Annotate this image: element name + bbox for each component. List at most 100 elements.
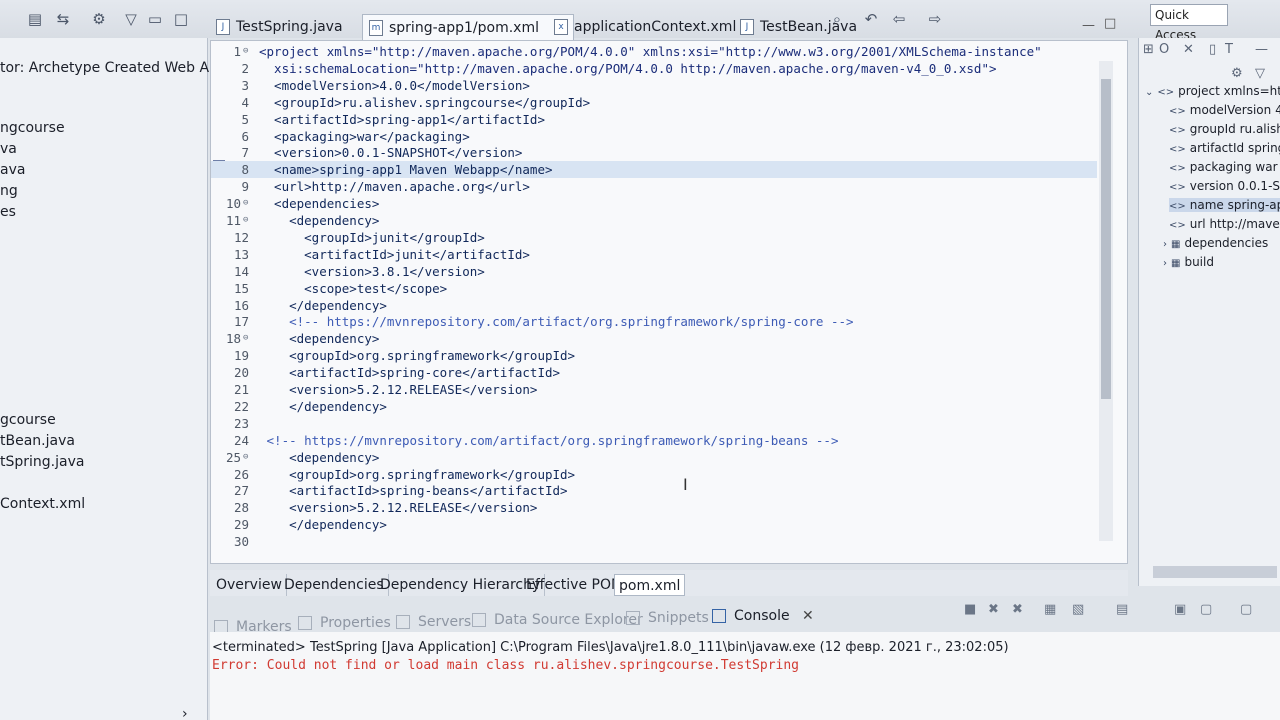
- view-menu-icon[interactable]: ▽: [122, 10, 140, 28]
- console-view[interactable]: <terminated> TestSpring [Java Applicatio…: [210, 632, 1280, 720]
- tree-item[interactable]: tSpring.java: [0, 454, 84, 470]
- outline-item[interactable]: › ▦ build: [1163, 255, 1275, 269]
- outline-item[interactable]: <> name spring-ap: [1169, 198, 1280, 212]
- outline-item[interactable]: <> packaging war: [1169, 160, 1280, 174]
- tab-console[interactable]: Console ✕: [712, 605, 814, 627]
- tab-applicationcontext-xml[interactable]: x applicationContext.xml: [548, 14, 744, 40]
- line-number: 14: [233, 263, 249, 279]
- snippets-icon: [626, 611, 640, 625]
- xml-element-icon: <>: [1157, 87, 1175, 98]
- collapse-all-icon[interactable]: ▤: [26, 10, 44, 28]
- tab-testspring-java[interactable]: J TestSpring.java: [210, 14, 351, 40]
- line-source: <version>5.2.12.RELEASE</version>: [259, 500, 538, 516]
- maximize-icon[interactable]: □: [1104, 16, 1116, 31]
- servers-icon: [396, 615, 410, 629]
- outline-tab-icon[interactable]: O: [1159, 42, 1169, 57]
- minimize-icon[interactable]: —: [1082, 18, 1095, 33]
- vertical-scrollbar[interactable]: [1099, 61, 1113, 541]
- fold-toggle-icon[interactable]: ⊖: [243, 43, 248, 60]
- line-number: 18: [225, 331, 241, 347]
- tab-dependency-hierarchy[interactable]: Dependency Hierarchy: [376, 574, 546, 596]
- minimize-icon[interactable]: —: [1255, 42, 1268, 57]
- line-number: 19: [233, 348, 249, 364]
- tab-snippets[interactable]: Snippets: [626, 607, 709, 629]
- tab-pom-xml[interactable]: m spring-app1/pom.xml ✕: [362, 14, 575, 40]
- xml-editor[interactable]: 1 ⊖ <project xmlns="http://maven.apache.or…: [210, 40, 1128, 564]
- outline-item[interactable]: ⌄ <>project xmlns=http:: [1145, 84, 1280, 98]
- xml-element-icon: <>: [1169, 163, 1186, 174]
- chevron-right-icon[interactable]: ›: [1163, 258, 1167, 269]
- fold-toggle-icon[interactable]: ⊖: [243, 212, 248, 229]
- minimize-icon[interactable]: ▭: [146, 10, 164, 28]
- tree-item[interactable]: Context.xml: [0, 496, 85, 512]
- tree-item[interactable]: es: [0, 204, 16, 220]
- tree-item[interactable]: gcourse: [0, 412, 56, 428]
- tab-testbean-java[interactable]: J TestBean.java: [734, 14, 865, 40]
- outline-toolbar-icon[interactable]: ⚙: [1231, 66, 1243, 81]
- display-console-icon[interactable]: ▢: [1200, 602, 1212, 617]
- word-wrap-icon[interactable]: ▤: [1116, 602, 1128, 617]
- line-source: <version>0.0.1-SNAPSHOT</version>: [259, 145, 523, 161]
- tab-servers[interactable]: Servers: [396, 611, 471, 633]
- pin-console-icon[interactable]: ▣: [1174, 602, 1186, 617]
- close-icon[interactable]: ✕: [1183, 42, 1194, 57]
- chevron-down-icon[interactable]: ⌄: [1145, 87, 1153, 98]
- task-tab-icon[interactable]: T: [1225, 42, 1233, 57]
- new-console-icon[interactable]: ▢: [1240, 602, 1252, 617]
- filter-icon[interactable]: ⚙: [90, 10, 108, 28]
- remove-launch-icon[interactable]: ✖: [988, 602, 999, 617]
- fold-toggle-icon[interactable]: ⊖: [243, 330, 248, 347]
- xml-file-icon: m: [369, 20, 383, 36]
- line-number: 10: [225, 196, 241, 212]
- link-editor-icon[interactable]: ⇆: [54, 10, 72, 28]
- tab-data-source-explorer[interactable]: Data Source Explorer: [472, 609, 643, 631]
- tree-item[interactable]: ngcourse: [0, 120, 65, 136]
- properties-icon: [298, 616, 312, 630]
- line-source: <project xmlns="http://maven.apache.org/…: [259, 44, 1042, 59]
- line-number: 5: [241, 111, 249, 127]
- view-menu-icon[interactable]: ▽: [1255, 66, 1265, 81]
- tab-pom-xml-source[interactable]: pom.xml: [614, 574, 686, 596]
- line-source: <!-- https://mvnrepository.com/artifact/…: [259, 432, 839, 448]
- outline-item[interactable]: <> url http://mave: [1169, 217, 1280, 231]
- element-group-icon: ▦: [1171, 258, 1181, 269]
- line-number: 29: [233, 517, 249, 533]
- chevron-right-icon[interactable]: ›: [1163, 239, 1167, 250]
- maximize-icon[interactable]: □: [172, 10, 190, 28]
- horizontal-scrollbar[interactable]: [1153, 566, 1277, 578]
- tab-effective-pom[interactable]: Effective POM: [522, 574, 629, 596]
- quick-access-field[interactable]: Quick Access: [1150, 4, 1228, 42]
- outline-item[interactable]: <> modelVersion 4.: [1169, 103, 1280, 117]
- line-number: 1: [233, 44, 241, 59]
- close-icon[interactable]: ✕: [802, 608, 814, 624]
- code-line[interactable]: 8 <name>spring-app1 Maven Webapp</name>: [211, 161, 1097, 179]
- outline-item[interactable]: › ▦ dependencies: [1163, 236, 1275, 250]
- task-list-icon[interactable]: ▯: [1209, 42, 1216, 57]
- scrollbar-thumb[interactable]: [1101, 79, 1111, 399]
- line-number: 15: [233, 280, 249, 296]
- fold-toggle-icon[interactable]: ⊖: [243, 449, 248, 466]
- tree-item[interactable]: tor: Archetype Created Web App: [0, 60, 227, 76]
- pom-editor-tabs: Overview Dependencies Dependency Hierarc…: [210, 570, 1128, 596]
- line-source: <name>spring-app1 Maven Webapp</name>: [259, 162, 553, 178]
- tab-dependencies[interactable]: Dependencies: [280, 574, 389, 596]
- outline-item[interactable]: <> version 0.0.1-SN: [1169, 179, 1280, 193]
- tree-item[interactable]: tBean.java: [0, 433, 75, 449]
- xml-element-icon: <>: [1169, 106, 1186, 117]
- tree-item[interactable]: ng: [0, 183, 18, 199]
- tab-overview[interactable]: Overview: [212, 574, 287, 596]
- tab-properties[interactable]: Properties: [298, 612, 391, 634]
- scroll-lock-icon[interactable]: ▧: [1072, 602, 1084, 617]
- remove-all-icon[interactable]: ✖: [1012, 602, 1023, 617]
- outline-item[interactable]: <> artifactId spring: [1169, 141, 1280, 155]
- terminate-icon[interactable]: ■: [964, 602, 976, 617]
- clear-console-icon[interactable]: ▦: [1044, 602, 1056, 617]
- tree-item[interactable]: va: [0, 141, 17, 157]
- xml-element-icon: <>: [1169, 182, 1186, 193]
- outline-item[interactable]: <> groupId ru.alish: [1169, 122, 1280, 136]
- fold-toggle-icon[interactable]: ⊖: [243, 195, 248, 212]
- outline-icon: ⊞: [1143, 42, 1154, 57]
- chevron-right-icon[interactable]: ›: [182, 706, 188, 720]
- tree-item[interactable]: ava: [0, 162, 25, 178]
- line-source: <!-- https://mvnrepository.com/artifact/…: [259, 314, 854, 330]
